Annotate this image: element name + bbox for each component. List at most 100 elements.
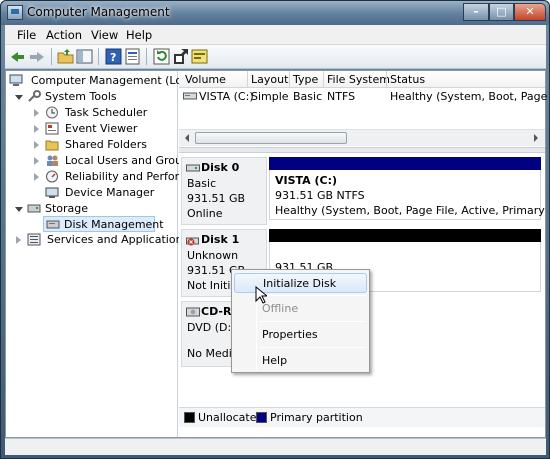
primary-partition-bar — [269, 157, 541, 170]
unallocated-bar — [269, 229, 541, 242]
menu-separator — [260, 347, 366, 348]
column-divider[interactable] — [247, 71, 248, 88]
column-header-status[interactable]: Status — [390, 73, 425, 86]
menu-item-offline: Offline — [234, 299, 367, 319]
legend-unallocated: Unallocated — [198, 411, 264, 424]
tree-item-reliability[interactable]: Reliability and Performa — [30, 170, 196, 185]
tree-item-services[interactable]: Services and Applications — [12, 233, 188, 248]
tree-item-task-scheduler[interactable]: Task Scheduler — [30, 106, 177, 121]
column-header-layout[interactable]: Layout — [251, 73, 288, 86]
scrollbar-thumb[interactable] — [195, 132, 347, 144]
refresh-icon[interactable] — [153, 48, 170, 65]
collapsed-arrow-icon[interactable] — [34, 173, 39, 181]
minimize-button[interactable]: – — [463, 3, 489, 21]
collapsed-arrow-icon[interactable] — [34, 109, 39, 117]
disk-0-volume-name: VISTA (C:) — [275, 174, 338, 187]
toolbar-separator — [98, 48, 99, 65]
menu-action[interactable]: Action — [46, 28, 82, 42]
disk-error-icon — [186, 235, 200, 247]
tree-label: System Tools — [45, 90, 117, 103]
title-bar[interactable]: Computer Management – □ ✕ — [1, 1, 549, 25]
menu-item-label: Offline — [262, 302, 299, 315]
horizontal-scrollbar[interactable] — [179, 129, 545, 146]
show-hide-tree-icon[interactable] — [76, 48, 93, 65]
column-divider[interactable] — [323, 71, 324, 88]
disk-0-type: Basic — [187, 177, 217, 190]
window-title: Computer Management — [27, 5, 170, 19]
menu-item-initialize-disk[interactable]: Initialize Disk — [234, 273, 367, 293]
tree-label: Computer Management (Local — [31, 74, 198, 87]
disk-0-volume-size: 931.51 GB NTFS — [275, 189, 365, 202]
scroll-right-icon[interactable] — [528, 131, 543, 145]
tree-item-device-manager[interactable]: Device Manager — [30, 186, 177, 201]
reliability-icon — [45, 170, 59, 183]
close-button[interactable]: ✕ — [514, 3, 546, 21]
up-folder-icon[interactable] — [57, 48, 74, 65]
clock-icon — [45, 106, 59, 119]
main-content: Computer Management (Local System Tools … — [5, 70, 550, 438]
menu-item-label: Properties — [262, 328, 318, 341]
column-divider[interactable] — [386, 71, 387, 88]
volume-fs-cell: NTFS — [327, 90, 356, 103]
navigation-tree: Computer Management (Local System Tools … — [6, 71, 198, 437]
menu-file[interactable]: File — [17, 28, 36, 42]
collapsed-arrow-icon[interactable] — [34, 125, 39, 133]
menu-item-properties[interactable]: Properties — [234, 325, 367, 345]
menu-item-label: Help — [262, 354, 288, 367]
collapsed-arrow-icon[interactable] — [16, 236, 21, 244]
menu-bar: File Action View Help — [5, 25, 546, 45]
properties-icon[interactable] — [124, 48, 141, 65]
menu-view[interactable]: View — [91, 28, 118, 42]
tree-label: Task Scheduler — [65, 106, 148, 119]
disk-icon — [186, 163, 200, 173]
disk-1-name: Disk 1 — [201, 233, 240, 246]
maximize-button[interactable]: □ — [489, 3, 514, 21]
status-bar — [5, 438, 546, 455]
tree-item-shared-folders[interactable]: Shared Folders — [30, 138, 177, 153]
cdrom-icon — [186, 306, 200, 318]
collapsed-arrow-icon[interactable] — [34, 157, 39, 165]
volume-icon — [183, 91, 197, 101]
volume-box[interactable]: VISTA (C:) 931.51 GB NTFS Healthy (Syste… — [269, 170, 545, 220]
disk-0-state: Online — [187, 207, 223, 220]
forward-arrow-icon[interactable] — [29, 48, 46, 65]
tree-item-storage[interactable]: Storage — [12, 202, 177, 217]
tree-label: Local Users and Groups — [65, 154, 195, 167]
back-arrow-icon[interactable] — [11, 48, 28, 65]
tree-item-disk-management[interactable]: Disk Management — [43, 216, 164, 232]
primary-partition-swatch — [256, 412, 267, 423]
legend-primary: Primary partition — [270, 411, 363, 424]
column-header-volume[interactable]: Volume — [185, 73, 226, 86]
volume-list-header: Volume Layout Type File System Status — [179, 71, 545, 88]
cdrom-type: DVD (D:) — [187, 321, 236, 334]
disk-1-type: Unknown — [187, 249, 239, 262]
storage-icon — [27, 202, 41, 215]
disk-0-name: Disk 0 — [201, 161, 240, 174]
collapsed-arrow-icon[interactable] — [34, 141, 39, 149]
column-header-file-system[interactable]: File System — [327, 73, 390, 86]
menu-item-help[interactable]: Help — [234, 351, 367, 371]
scroll-left-icon[interactable] — [180, 131, 195, 145]
computer-icon — [9, 74, 23, 87]
volume-row[interactable]: VISTA (C:) Simple Basic NTFS Healthy (Sy… — [179, 89, 550, 104]
column-divider[interactable] — [289, 71, 290, 88]
expanded-arrow-icon[interactable] — [15, 207, 23, 212]
column-header-type[interactable]: Type — [293, 73, 318, 86]
tree-item-local-users[interactable]: Local Users and Groups — [30, 154, 195, 169]
context-menu: Initialize Disk Offline Properties Help — [231, 269, 370, 373]
action-icon[interactable] — [191, 48, 208, 65]
tree-label: Disk Management — [64, 218, 164, 231]
tree-item-system-tools[interactable]: System Tools — [12, 90, 177, 105]
tree-item-event-viewer[interactable]: Event Viewer — [30, 122, 177, 137]
tree-item-computer-management[interactable]: Computer Management (Local — [9, 74, 198, 89]
help-icon[interactable]: ? — [105, 48, 122, 65]
disk-0-label[interactable]: Disk 0 Basic 931.51 GB Online — [181, 157, 267, 225]
tree-label: Services and Applications — [47, 233, 189, 246]
export-icon[interactable] — [172, 48, 189, 65]
volume-layout-cell: Simple — [251, 90, 289, 103]
disk-management-pane: Volume Layout Type File System Status VI… — [179, 71, 550, 437]
expanded-arrow-icon[interactable] — [15, 95, 23, 100]
menu-help[interactable]: Help — [126, 28, 152, 42]
disk-0-volume-status: Healthy (System, Boot, Page File, Active… — [275, 204, 545, 217]
disk-0-volume[interactable]: VISTA (C:) 931.51 GB NTFS Healthy (Syste… — [269, 157, 545, 225]
